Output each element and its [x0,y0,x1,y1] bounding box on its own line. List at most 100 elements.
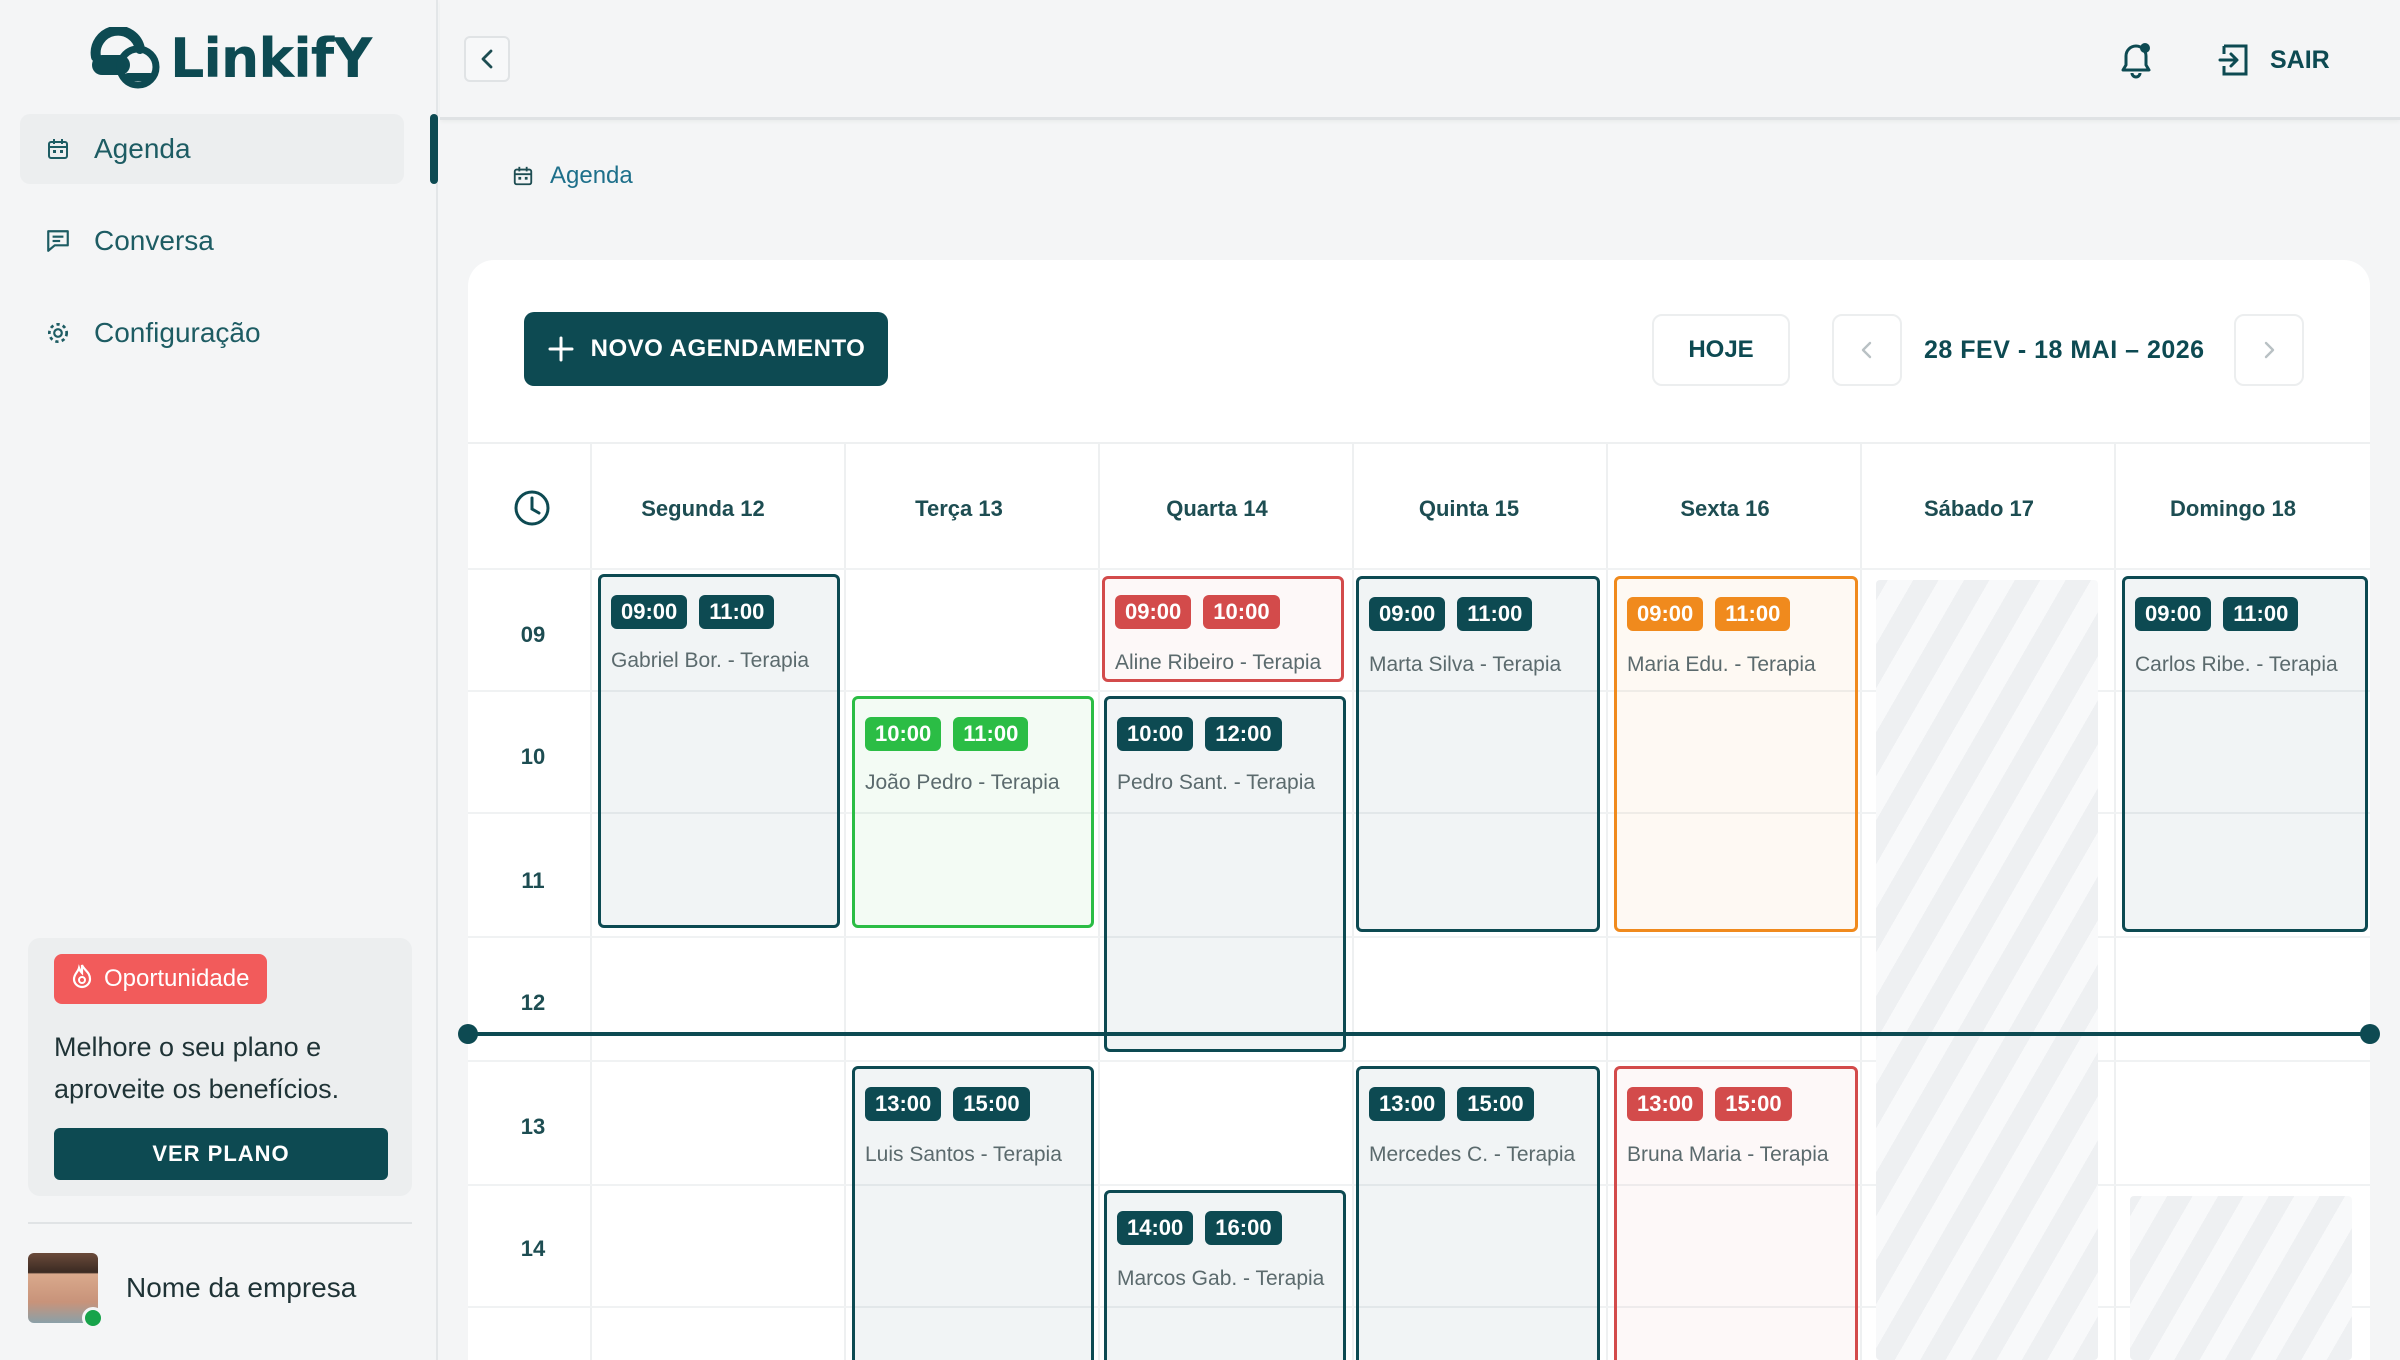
divider [28,1222,412,1224]
hour-label: 13 [520,1114,546,1139]
today-button[interactable]: HOJE [1652,314,1790,386]
brand-logo[interactable]: LinkifY [88,24,372,92]
sidebar: LinkifY Agenda Conversa Configuração Opo… [0,0,438,1360]
grid-line [1098,442,1100,1360]
start-time: 09:00 [1627,597,1704,631]
grid-line [468,568,2370,570]
logout-icon [2218,44,2248,76]
notifications-button[interactable] [2116,38,2156,82]
start-time: 13:00 [1627,1087,1704,1121]
appointment-title: Maria Edu. - Terapia [1627,653,1816,676]
brand-name: LinkifY [170,26,372,90]
chevron-left-icon [481,49,493,69]
chat-icon [44,227,72,255]
company-name: Nome da empresa [126,1272,357,1303]
flame-icon [70,963,94,996]
hour-label: 14 [520,1236,546,1261]
sidebar-item-label: Conversa [94,225,214,256]
end-time: 11:00 [1715,597,1791,631]
view-plan-button[interactable]: VER PLANO [54,1128,388,1180]
day-header: Sábado 17 [1923,496,2035,521]
grid-line [1860,442,1862,1360]
unavailable-slot [1876,580,2098,1360]
new-appointment-label: NOVO AGENDAMENTO [590,335,866,362]
clock-icon [514,490,550,526]
current-time-dot [458,1024,478,1044]
day-header: Sexta 16 [1680,496,1770,521]
calendar-icon [513,166,533,186]
sidebar-item-configuracao[interactable]: Configuração [20,298,404,368]
breadcrumb[interactable]: Agenda [512,160,633,192]
end-time: 15:00 [953,1087,1030,1121]
end-time: 10:00 [1203,595,1280,629]
active-indicator [430,114,438,184]
upgrade-promo: Oportunidade Melhore o seu plano e aprov… [28,938,412,1196]
sidebar-item-agenda[interactable]: Agenda [20,114,404,184]
company-profile[interactable]: Nome da empresa [28,1252,357,1329]
appointment-card[interactable]: 13:00 15:00 Luis Santos - Terapia [852,1066,1094,1360]
bell-icon [2121,43,2151,79]
appointment-title: Carlos Ribe. - Terapia [2135,653,2338,676]
day-header: Domingo 18 [2170,496,2296,521]
new-appointment-button[interactable]: NOVO AGENDAMENTO [524,312,888,386]
end-time: 16:00 [1205,1211,1282,1245]
appointment-card[interactable]: 09:00 11:00 Gabriel Bor. - Terapia [598,574,840,928]
appointment-title: Bruna Maria - Terapia [1627,1143,1829,1166]
grid-line [1606,442,1608,1360]
appointment-title: João Pedro - Terapia [865,771,1060,794]
current-time-dot [2360,1024,2380,1044]
hour-label: 09 [520,622,546,647]
appointment-card[interactable]: 09:00 11:00 Marta Silva - Terapia [1356,576,1600,932]
start-time: 13:00 [1369,1087,1446,1121]
hour-label: 12 [520,990,546,1015]
hour-label: 10 [520,744,546,769]
logo-icon [90,27,160,89]
end-time: 11:00 [699,595,775,629]
end-time: 15:00 [1457,1087,1534,1121]
previous-week-button[interactable] [1832,314,1902,386]
unavailable-slot [2130,1196,2352,1360]
appointment-title: Pedro Sant. - Terapia [1117,771,1316,794]
breadcrumb-label: Agenda [550,162,633,189]
appointment-card[interactable]: 10:00 12:00 Pedro Sant. - Terapia [1104,696,1346,1052]
chevron-right-icon [2264,341,2275,359]
appointment-card[interactable]: 09:00 10:00 Aline Ribeiro - Terapia [1102,576,1344,682]
logout-button[interactable]: SAIR [2218,38,2330,82]
appointment-card[interactable]: 13:00 15:00 Bruna Maria - Terapia [1614,1066,1858,1360]
appointment-title: Marcos Gab. - Terapia [1117,1267,1325,1290]
appointment-title: Luis Santos - Terapia [865,1143,1062,1166]
hour-label: 11 [521,868,545,893]
calendar-icon [44,135,72,163]
day-header: Terça 13 [915,496,1003,521]
start-time: 10:00 [1117,717,1194,751]
start-time: 09:00 [1369,597,1446,631]
avatar [28,1253,104,1329]
appointment-title: Mercedes C. - Terapia [1369,1143,1576,1166]
grid-line [844,442,846,1360]
appointment-card[interactable]: 09:00 11:00 Carlos Ribe. - Terapia [2122,576,2368,932]
grid-line [590,442,592,1360]
start-time: 09:00 [2135,597,2212,631]
next-week-button[interactable] [2234,314,2304,386]
start-time: 13:00 [865,1087,942,1121]
appointment-title: Gabriel Bor. - Terapia [611,649,810,672]
collapse-sidebar-button[interactable] [464,36,510,82]
appointment-card[interactable]: 09:00 11:00 Maria Edu. - Terapia [1614,576,1858,932]
promo-text: Melhore o seu plano e aproveite os benef… [54,1032,340,1104]
day-header: Quarta 14 [1166,496,1268,521]
online-status-dot [82,1307,104,1329]
appointment-title: Aline Ribeiro - Terapia [1115,651,1322,674]
top-header: SAIR [440,0,2400,120]
end-time: 15:00 [1715,1087,1792,1121]
appointment-card[interactable]: 13:00 15:00 Mercedes C. - Terapia [1356,1066,1600,1360]
logout-label: SAIR [2270,45,2330,74]
sidebar-item-conversa[interactable]: Conversa [20,206,404,276]
appointment-title: Marta Silva - Terapia [1369,653,1562,676]
appointment-card[interactable]: 10:00 11:00 João Pedro - Terapia [852,696,1094,928]
end-time: 12:00 [1205,717,1282,751]
gear-icon [44,319,72,347]
current-time-line [468,1032,2372,1036]
start-time: 09:00 [1115,595,1192,629]
appointment-card[interactable]: 14:00 16:00 Marcos Gab. - Terapia [1104,1190,1346,1360]
end-time: 11:00 [953,717,1029,751]
